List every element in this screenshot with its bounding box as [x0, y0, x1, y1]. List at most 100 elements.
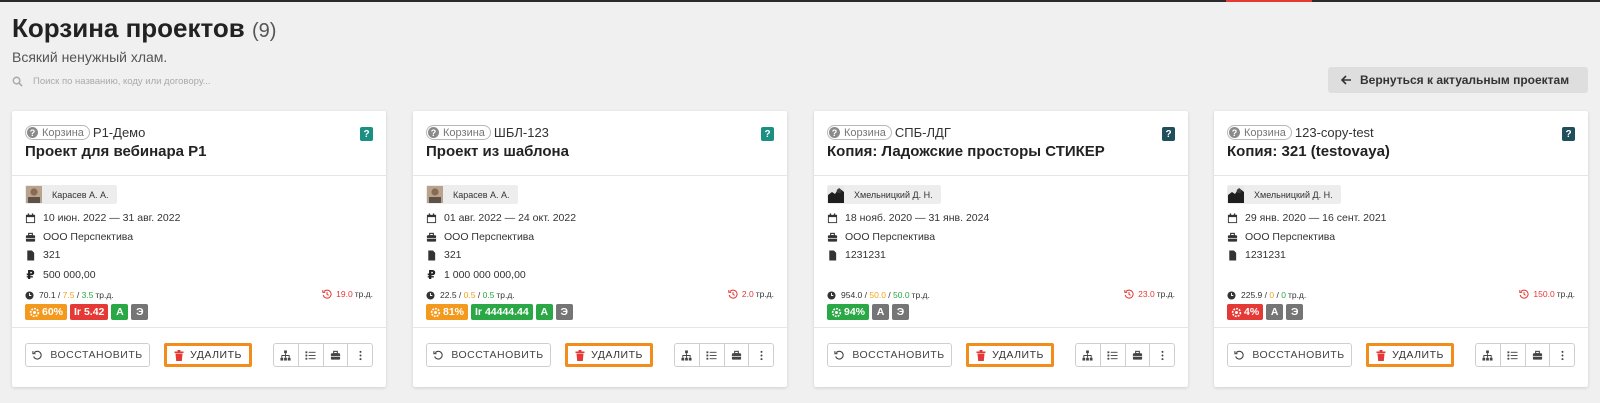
card-footer: ВОССТАНОВИТЬ УДАЛИТЬ	[814, 327, 1188, 387]
search-bar	[12, 72, 312, 90]
structure-button[interactable]	[1476, 344, 1501, 366]
delete-button[interactable]: УДАЛИТЬ	[1366, 343, 1454, 367]
card-code-line: ? Корзина Р1-Демо	[25, 125, 145, 140]
progress-value: 94%	[844, 306, 866, 318]
restore-label: ВОССТАНОВИТЬ	[50, 349, 143, 361]
help-icon[interactable]: ?	[360, 127, 373, 141]
search-icon	[12, 76, 23, 87]
clock-icon	[1227, 290, 1236, 300]
restore-label: ВОССТАНОВИТЬ	[852, 349, 945, 361]
briefcase-icon	[827, 232, 838, 242]
restore-label: ВОССТАНОВИТЬ	[1252, 349, 1345, 361]
project-name[interactable]: Копия: Ладожские просторы СТИКЕР	[827, 143, 1105, 160]
metric-fact: 225.9	[1241, 290, 1263, 300]
structure-button[interactable]	[274, 344, 299, 366]
metrics-row: 22.5 / 0.5 / 0.5 тр.д. 2.0 тр.д.	[426, 289, 774, 301]
portfolio-button[interactable]	[725, 344, 750, 366]
metric-fact: 954.0	[841, 290, 863, 300]
overrun-metric: 19.0 тр.д.	[322, 289, 373, 299]
tasks-button[interactable]	[700, 344, 725, 366]
metrics-row: 225.9 / 0 / 0 тр.д. 150.0 тр.д.	[1227, 289, 1575, 301]
manager-chip[interactable]: Хмельницкий Д. Н.	[827, 185, 941, 204]
gear-icon	[430, 307, 441, 317]
manager-chip[interactable]: Карасев А. А.	[25, 185, 117, 204]
more-vertical-icon	[760, 350, 763, 360]
calendar-icon	[827, 212, 838, 223]
help-icon[interactable]: ?	[1162, 127, 1175, 141]
history-icon	[1519, 289, 1529, 299]
project-name[interactable]: Проект из шаблона	[426, 143, 569, 160]
page-title-text: Корзина проектов	[12, 13, 245, 43]
more-button[interactable]	[749, 344, 773, 366]
card-header: ? Корзина СПБ-ЛДГ ? Копия: Ладожские прос…	[814, 111, 1188, 176]
trash-badge-label: Корзина	[1244, 126, 1286, 139]
manager-name: Карасев А. А.	[52, 189, 109, 200]
trash-badge-label: Корзина	[844, 126, 886, 139]
project-name[interactable]: Копия: 321 (testovaya)	[1227, 143, 1390, 160]
contract-number: 1231231	[1245, 249, 1286, 261]
restore-button[interactable]: ВОССТАНОВИТЬ	[827, 343, 952, 367]
metric-plan: 7.5	[62, 290, 75, 300]
calendar-icon	[426, 212, 437, 223]
tasks-button[interactable]	[299, 344, 324, 366]
progress-value: 4%	[1244, 306, 1260, 318]
company-name: ООО Перспектива	[43, 231, 134, 243]
contract-number: 1231231	[845, 249, 886, 261]
project-dates: 01 авг. 2022 — 24 окт. 2022	[444, 212, 577, 224]
restore-button[interactable]: ВОССТАНОВИТЬ	[25, 343, 150, 367]
metric-plan: 50.0	[869, 290, 886, 300]
portfolio-button[interactable]	[1526, 344, 1551, 366]
restore-button[interactable]: ВОССТАНОВИТЬ	[426, 343, 551, 367]
search-input[interactable]	[33, 75, 293, 87]
clock-icon	[25, 290, 34, 300]
back-to-projects-button[interactable]: Вернуться к актуальным проектам	[1328, 67, 1588, 93]
more-button[interactable]	[1150, 344, 1174, 366]
delete-button[interactable]: УДАЛИТЬ	[164, 343, 252, 367]
tasks-button[interactable]	[1501, 344, 1526, 366]
help-icon[interactable]: ?	[1562, 127, 1575, 141]
calendar-icon	[25, 212, 36, 223]
budget-row: ₽500 000,00	[25, 268, 95, 282]
gear-icon	[29, 307, 40, 317]
more-button[interactable]	[348, 344, 372, 366]
badge-a: А	[1266, 304, 1284, 320]
project-name[interactable]: Проект для вебинара Р1	[25, 143, 207, 160]
restore-button[interactable]: ВОССТАНОВИТЬ	[1227, 343, 1352, 367]
portfolio-button[interactable]	[324, 344, 349, 366]
overrun-metric: 150.0 тр.д.	[1519, 289, 1575, 299]
structure-button[interactable]	[675, 344, 700, 366]
more-vertical-icon	[1561, 350, 1564, 360]
contract-row: 1231231	[1227, 249, 1286, 261]
delete-button[interactable]: УДАЛИТЬ	[966, 343, 1054, 367]
avatar	[427, 186, 443, 203]
progress-badge: 60%	[25, 304, 68, 320]
tasks-button[interactable]	[1101, 344, 1126, 366]
metric-unit: тр.д.	[911, 290, 930, 300]
page-title: Корзина проектов (9)	[12, 13, 276, 44]
manager-name: Хмельницкий Д. Н.	[854, 189, 933, 200]
question-icon: ?	[428, 127, 439, 138]
list-icon	[1107, 350, 1118, 360]
badge-e: Э	[1286, 304, 1304, 320]
restore-label: ВОССТАНОВИТЬ	[451, 349, 544, 361]
portfolio-button[interactable]	[1126, 344, 1151, 366]
manager-name: Карасев А. А.	[453, 189, 510, 200]
card-actions	[674, 343, 774, 367]
manager-chip[interactable]: Карасев А. А.	[426, 185, 518, 204]
manager-chip[interactable]: Хмельницкий Д. Н.	[1227, 185, 1341, 204]
metric-fact: 70.1	[39, 290, 56, 300]
badge-e: Э	[555, 304, 573, 320]
delete-button[interactable]: УДАЛИТЬ	[565, 343, 653, 367]
history-icon	[1124, 289, 1134, 299]
progress-value: 60%	[42, 306, 64, 318]
structure-button[interactable]	[1076, 344, 1101, 366]
progress-badge: 81%	[426, 304, 469, 320]
more-button[interactable]	[1550, 344, 1574, 366]
trash-icon	[976, 349, 986, 361]
metrics-row: 70.1 / 7.5 / 3.5 тр.д. 19.0 тр.д.	[25, 289, 373, 301]
gear-icon	[831, 307, 842, 317]
help-icon[interactable]: ?	[761, 127, 774, 141]
clock-icon	[827, 290, 836, 300]
avatar	[26, 186, 42, 203]
dates-row: 18 нояб. 2020 — 31 янв. 2024	[827, 212, 989, 224]
